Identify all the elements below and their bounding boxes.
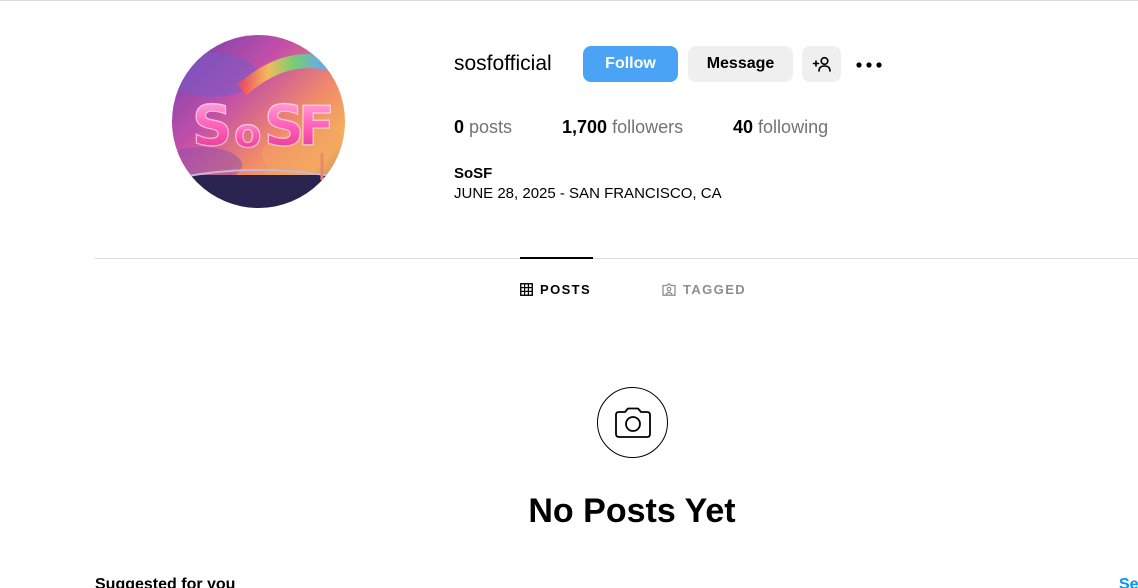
posts-count: 0 posts — [454, 116, 512, 138]
message-button[interactable]: Message — [688, 46, 793, 82]
tab-posts[interactable]: POSTS — [520, 281, 591, 297]
more-options-button[interactable] — [852, 52, 886, 78]
top-divider — [0, 0, 1138, 1]
follow-button[interactable]: Follow — [583, 46, 678, 82]
tagged-icon — [662, 282, 676, 296]
following-link[interactable]: 40 following — [733, 116, 828, 138]
svg-text:F: F — [298, 95, 335, 158]
more-options-icon — [856, 62, 882, 68]
tab-posts-label: POSTS — [540, 281, 592, 297]
following-count-number: 40 — [733, 117, 754, 137]
suggest-accounts-button[interactable] — [802, 46, 841, 82]
see-all-link[interactable]: See all — [1119, 575, 1138, 588]
active-tab-indicator — [520, 257, 593, 259]
following-count-label: following — [758, 117, 829, 137]
grid-icon — [520, 282, 533, 296]
posts-count-number: 0 — [454, 117, 465, 137]
tab-tagged-label: TAGGED — [683, 281, 747, 297]
tabs-divider — [95, 258, 1138, 259]
svg-text:o: o — [234, 111, 261, 157]
camera-icon — [614, 407, 651, 438]
tab-tagged[interactable]: TAGGED — [662, 281, 746, 297]
svg-text:S: S — [192, 94, 232, 159]
profile-username: sosfofficial — [454, 52, 552, 75]
posts-count-label: posts — [469, 117, 513, 137]
empty-state-title: No Posts Yet — [528, 492, 736, 530]
suggested-heading: Suggested for you — [95, 576, 236, 588]
add-person-icon — [812, 56, 831, 72]
followers-count-number: 1,700 — [562, 117, 608, 137]
avatar-image: S o S F — [172, 35, 345, 208]
followers-link[interactable]: 1,700 followers — [562, 116, 683, 138]
empty-state-camera — [597, 387, 668, 458]
followers-count-label: followers — [612, 117, 684, 137]
profile-page: S o S F sosfofficial Follow Message 0 po… — [0, 0, 1138, 588]
bio-text: JUNE 28, 2025 - SAN FRANCISCO, CA — [454, 185, 722, 202]
bio-display-name: SoSF — [454, 165, 493, 182]
profile-avatar[interactable]: S o S F — [172, 35, 345, 208]
